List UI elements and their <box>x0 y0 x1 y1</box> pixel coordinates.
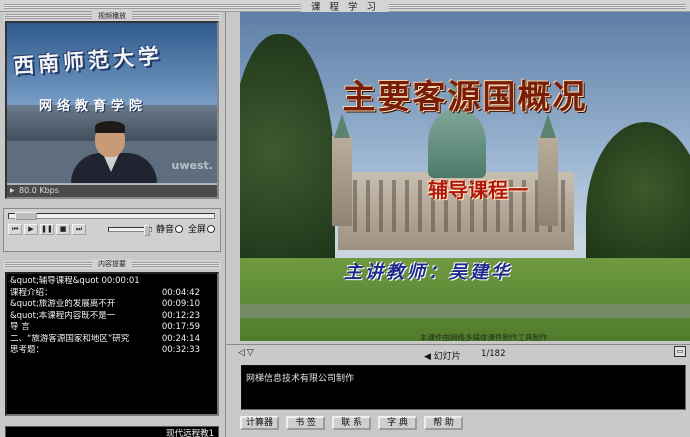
outline-item-label: &quot;本课程内容既不是一 <box>10 310 116 321</box>
outline-item-time: 00:32:33 <box>161 345 200 355</box>
slide-title: 主要客源国概况 <box>342 77 588 116</box>
presenter-hair <box>95 121 125 133</box>
bookmark-button[interactable]: 书 签 <box>286 416 325 430</box>
outline-item[interactable]: 二、“旅游客源国家和地区”研究 00:24:14 <box>10 334 214 346</box>
slide-credit: 本课件由网络多媒体课件制作工具制作 <box>420 333 548 341</box>
seek-thumb[interactable] <box>15 212 37 220</box>
slide-console: ◁▽ ◀ 幻灯片 1/182 ▭ 网梯信息技术有限公司制作 计算器 书 签 联 … <box>226 344 690 437</box>
transport-buttons: ⏮ ▶ ❚❚ ■ ⏭ <box>8 224 86 235</box>
outline-item[interactable]: &quot;本课程内容既不是一 00:12:23 <box>10 311 214 323</box>
outline-item[interactable]: &quot;旅游业的发展离不开 00:09:10 <box>10 299 214 311</box>
seek-bar[interactable] <box>8 212 215 220</box>
outline-item-label: 思考题： <box>10 345 45 355</box>
outline-item[interactable]: 课程介绍： 00:04:42 <box>10 288 214 300</box>
status-text: 现代远程教1 <box>5 426 219 437</box>
fullscreen-radio[interactable] <box>207 225 216 233</box>
outline-item-label: &quot;辅导课程&quot 00:00:01 <box>10 276 140 286</box>
slide-subtitle: 辅导课程一 <box>428 178 528 202</box>
mute-label: 静音 <box>156 225 175 235</box>
outline-item-time: 00:24:14 <box>161 333 200 344</box>
fullscreen-label: 全屏 <box>188 225 207 235</box>
mute-radio[interactable] <box>175 225 184 233</box>
outline-item-label: 课程介绍： <box>10 287 53 298</box>
content-panel-header: 内容提要 <box>3 259 221 269</box>
slide-counter: 1/182 <box>481 349 506 359</box>
outline-item-time: 00:09:10 <box>161 299 200 309</box>
prev-slide-icon[interactable]: ◀ <box>424 352 431 362</box>
slide-lecturer: 主讲教师：吴建华 <box>344 262 512 283</box>
help-button[interactable]: 帮 助 <box>424 416 463 430</box>
tool-buttons: 计算器 书 签 联 系 字 典 帮 助 <box>240 416 463 430</box>
player-controls: ⏮ ▶ ❚❚ ■ ⏭ 静音 全屏 <box>3 208 221 252</box>
outline-item-label: &quot;旅游业的发展离不开 <box>10 299 116 309</box>
outline-item-time: 00:12:23 <box>161 310 200 321</box>
outline-item-label: 导 言 <box>10 322 30 332</box>
contact-button[interactable]: 联 系 <box>332 416 371 430</box>
video-panel-header: 视频播放 <box>3 11 221 21</box>
video-panel-title: 视频播放 <box>92 11 132 21</box>
slide-notes: 网梯信息技术有限公司制作 <box>241 365 686 410</box>
slide-nav-label: ◀ 幻灯片 <box>424 349 461 362</box>
slide-path <box>240 304 690 318</box>
outline-item[interactable]: 思考题： 00:32:33 <box>10 345 214 357</box>
skip-back-button[interactable]: ⏮ <box>8 224 22 235</box>
outline-item-label: 二、“旅游客源国家和地区”研究 <box>10 333 130 344</box>
content-panel-title: 内容提要 <box>92 259 132 269</box>
dictionary-button[interactable]: 字 典 <box>378 416 417 430</box>
pause-button[interactable]: ❚❚ <box>40 224 54 235</box>
calculator-button[interactable]: 计算器 <box>240 416 279 430</box>
slide-nav-arrows: ◁▽ <box>238 348 256 358</box>
slide-view: 主要客源国概况 辅导课程一 主讲教师：吴建华 本课件由网络多媒体课件制作工具制作 <box>240 12 690 341</box>
stop-button[interactable]: ■ <box>56 224 70 235</box>
video-player[interactable]: 西南师范大学 网络教育学院 uwest. 80.0 Kbps <box>5 21 219 199</box>
volume-slider[interactable] <box>108 225 152 236</box>
collapse-down-icon[interactable]: ▽ <box>247 348 256 358</box>
outline-item-time: 00:17:59 <box>161 322 200 332</box>
content-outline-list: &quot;辅导课程&quot 00:00:01 课程介绍： 00:04:42 &… <box>5 272 219 416</box>
slide-navigator: ◁▽ ◀ 幻灯片 1/182 ▭ <box>226 346 690 362</box>
collapse-up-icon[interactable]: ◁ <box>238 348 247 358</box>
video-watermark: uwest. <box>171 159 213 172</box>
slide-label: 幻灯片 <box>433 352 461 362</box>
left-column: 视频播放 西南师范大学 网络教育学院 uwest. 80.0 Kbps ⏮ ▶ … <box>0 11 226 437</box>
slide-building-dome <box>428 84 486 178</box>
outline-item[interactable]: 导 言 00:17:59 <box>10 322 214 334</box>
fullscreen-toggle[interactable]: 全屏 <box>188 222 216 235</box>
skip-forward-button[interactable]: ⏭ <box>72 224 86 235</box>
window-toggle-icon[interactable]: ▭ <box>674 346 686 357</box>
play-button[interactable]: ▶ <box>24 224 38 235</box>
outline-item-time: 00:04:42 <box>161 287 200 298</box>
outline-item[interactable]: &quot;辅导课程&quot 00:00:01 <box>10 276 214 288</box>
mute-toggle[interactable]: 静音 <box>156 222 184 235</box>
college-banner: 网络教育学院 <box>39 99 148 114</box>
bitrate-readout: 80.0 Kbps <box>7 185 217 197</box>
